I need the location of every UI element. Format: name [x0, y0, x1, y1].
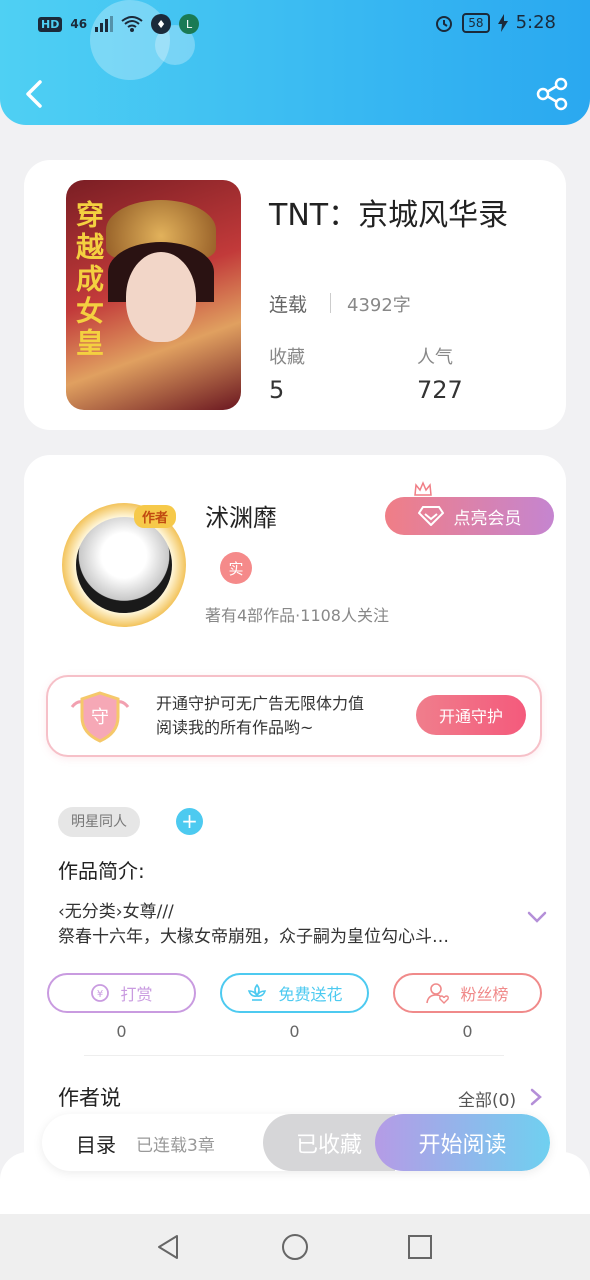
- guard-description: 开通守护可无广告无限体力值 阅读我的所有作品哟~: [156, 692, 406, 740]
- author-says-all-link[interactable]: 全部(0): [458, 1086, 516, 1111]
- divider: [330, 293, 331, 313]
- guard-shield-icon: 守: [70, 691, 130, 743]
- nav-recents-icon[interactable]: [405, 1232, 435, 1262]
- intro-category: ‹无分类›女尊///: [58, 902, 174, 922]
- vip-button-label: 点亮会员: [453, 508, 522, 529]
- send-flower-label: 免费送花: [278, 985, 343, 1004]
- flower-count: 0: [289, 1022, 300, 1041]
- guard-line-2: 阅读我的所有作品哟~: [156, 718, 314, 737]
- book-cover[interactable]: 穿越成女皇: [66, 180, 241, 410]
- charging-icon: [497, 13, 508, 32]
- svg-text:¥: ¥: [97, 989, 103, 1000]
- user-heart-icon: [426, 983, 450, 1004]
- system-nav-bar: [0, 1214, 590, 1280]
- cover-face: [126, 252, 196, 342]
- send-flower-button[interactable]: 免费送花: [220, 973, 369, 1013]
- book-info-card: 穿越成女皇 TNT：京城风华录 连载 4392字 收藏 5 人气 727: [24, 160, 566, 430]
- start-reading-button[interactable]: 开始阅读: [375, 1114, 550, 1171]
- toc-button[interactable]: 目录: [76, 1129, 116, 1158]
- chevron-right-icon[interactable]: [529, 1087, 543, 1107]
- hd-indicator: HD: [38, 16, 63, 32]
- author-says-title: 作者说: [58, 1086, 121, 1110]
- back-button[interactable]: [18, 74, 54, 114]
- avatar: [76, 517, 172, 613]
- chapter-count[interactable]: 已连载3章: [136, 1131, 215, 1156]
- word-count: 4392字: [347, 295, 411, 316]
- fan-ranking-button[interactable]: 粉丝榜: [393, 973, 542, 1013]
- fan-ranking-label: 粉丝榜: [460, 985, 509, 1004]
- app-notification-icon: ♦: [151, 14, 172, 34]
- favorites-label: 收藏: [269, 347, 305, 368]
- app-notification-icon: L: [179, 14, 200, 34]
- intro-summary: 祭春十六年，大椽女帝崩殂，众子嗣为皇位勾心斗…: [58, 927, 449, 947]
- author-stats: 著有4部作品·1108人关注: [205, 606, 389, 625]
- tip-button[interactable]: ¥ 打赏: [47, 973, 196, 1013]
- bottom-action-bar: 目录 已连载3章 已收藏 开始阅读: [42, 1114, 550, 1171]
- author-tag: 作者: [134, 505, 177, 528]
- divider: [84, 1055, 504, 1056]
- book-title: TNT：京城风华录: [269, 198, 509, 233]
- diamond-icon: [417, 506, 444, 526]
- alarm-icon: [436, 15, 453, 32]
- coin-icon: ¥: [91, 984, 110, 1002]
- verified-badge: 实: [220, 552, 252, 584]
- add-tag-button[interactable]: +: [176, 808, 203, 835]
- tip-label: 打赏: [120, 985, 153, 1004]
- guard-banner[interactable]: 守 开通守护可无广告无限体力值 阅读我的所有作品哟~ 开通守护: [46, 675, 542, 757]
- signal-icon: [95, 16, 114, 32]
- genre-tag[interactable]: 明星同人: [58, 807, 140, 837]
- status-bar: HD 46 ♦ L 58 5:28: [0, 10, 590, 40]
- chevron-down-icon[interactable]: [526, 909, 548, 925]
- popularity-value: 727: [417, 376, 463, 404]
- tip-count: 0: [116, 1022, 127, 1041]
- vip-button[interactable]: 点亮会员: [385, 497, 554, 535]
- favorites-value: 5: [269, 376, 285, 404]
- guard-shield-text: 守: [91, 707, 109, 728]
- popularity-label: 人气: [417, 347, 453, 368]
- book-status: 连载: [269, 294, 308, 316]
- guard-line-1: 开通守护可无广告无限体力值: [156, 694, 365, 713]
- cover-calligraphy: 穿越成女皇: [72, 200, 105, 360]
- wifi-icon: [121, 16, 143, 32]
- battery-indicator: 58: [462, 12, 490, 33]
- clock: 5:28: [515, 12, 556, 33]
- flower-icon: [248, 983, 267, 1001]
- author-avatar[interactable]: 作者: [54, 495, 194, 635]
- share-button[interactable]: [534, 76, 570, 112]
- nav-back-icon[interactable]: [153, 1232, 183, 1262]
- intro-title: 作品简介:: [58, 859, 145, 883]
- author-name[interactable]: 沭渊靡: [205, 498, 277, 533]
- nav-home-icon[interactable]: [280, 1232, 310, 1262]
- network-indicator: 46: [70, 17, 88, 31]
- fan-count: 0: [462, 1022, 473, 1041]
- open-guard-button[interactable]: 开通守护: [416, 695, 526, 735]
- top-header: HD 46 ♦ L 58 5:28: [0, 0, 590, 125]
- crown-icon: [414, 481, 432, 496]
